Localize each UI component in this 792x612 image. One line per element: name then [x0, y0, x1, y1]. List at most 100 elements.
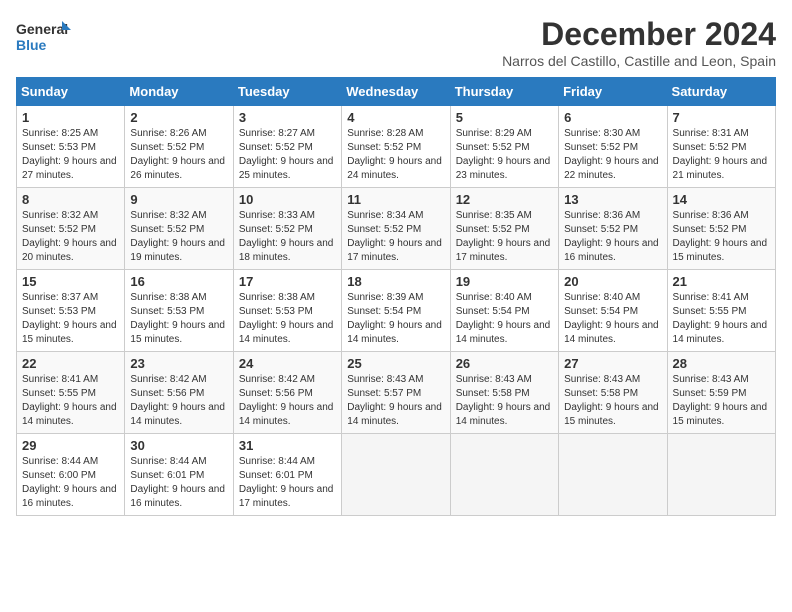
day-info: Sunrise: 8:34 AMSunset: 5:52 PMDaylight:… [347, 209, 444, 265]
page-header: GeneralBlue December 2024 Narros del Cas… [16, 16, 776, 69]
calendar-cell: 30 Sunrise: 8:44 AMSunset: 6:01 PMDayligh… [125, 434, 233, 516]
day-number: 31 [239, 438, 336, 453]
calendar-cell: 7Sunrise: 8:31 AMSunset: 5:52 PMDaylight… [667, 106, 775, 188]
day-info: Sunrise: 8:43 AMSunset: 5:58 PMDaylight:… [456, 373, 553, 429]
location: Narros del Castillo, Castille and Leon, … [502, 53, 776, 69]
day-number: 6 [564, 110, 661, 125]
calendar-cell: 21Sunrise: 8:41 AMSunset: 5:55 PMDayligh… [667, 270, 775, 352]
week-row-4: 22 Sunrise: 8:41 AMSunset: 5:55 PMDayligh… [17, 352, 776, 434]
calendar-cell [559, 434, 667, 516]
day-info: Sunrise: 8:41 AMSunset: 5:55 PMDaylight:… [22, 373, 119, 429]
day-number: 29 [22, 438, 119, 453]
calendar-cell: 20Sunrise: 8:40 AMSunset: 5:54 PMDayligh… [559, 270, 667, 352]
day-number: 8 [22, 192, 119, 207]
day-info: Sunrise: 8:25 AMSunset: 5:53 PMDaylight:… [22, 127, 119, 183]
svg-text:Blue: Blue [16, 37, 47, 53]
day-number: 17 [239, 274, 336, 289]
calendar-cell: 19 Sunrise: 8:40 AMSunset: 5:54 PMDayligh… [450, 270, 558, 352]
day-info: Sunrise: 8:44 AMSunset: 6:01 PMDaylight:… [130, 455, 227, 511]
day-number: 16 [130, 274, 227, 289]
day-number: 23 [130, 356, 227, 371]
day-info: Sunrise: 8:30 AMSunset: 5:52 PMDaylight:… [564, 127, 661, 183]
day-info: Sunrise: 8:40 AMSunset: 5:54 PMDaylight:… [456, 291, 553, 347]
day-number: 28 [673, 356, 770, 371]
calendar-cell: 4 Sunrise: 8:28 AMSunset: 5:52 PMDaylight… [342, 106, 450, 188]
day-info: Sunrise: 8:42 AMSunset: 5:56 PMDaylight:… [130, 373, 227, 429]
header-sunday: Sunday [17, 78, 125, 106]
calendar-cell [450, 434, 558, 516]
day-number: 26 [456, 356, 553, 371]
calendar-cell: 22 Sunrise: 8:41 AMSunset: 5:55 PMDayligh… [17, 352, 125, 434]
calendar-cell [342, 434, 450, 516]
svg-text:General: General [16, 21, 68, 37]
header-wednesday: Wednesday [342, 78, 450, 106]
day-info: Sunrise: 8:35 AMSunset: 5:52 PMDaylight:… [456, 209, 553, 265]
header-row: SundayMondayTuesdayWednesdayThursdayFrid… [17, 78, 776, 106]
calendar-cell: 15Sunrise: 8:37 AMSunset: 5:53 PMDayligh… [17, 270, 125, 352]
calendar-cell: 24 Sunrise: 8:42 AMSunset: 5:56 PMDayligh… [233, 352, 341, 434]
day-info: Sunrise: 8:39 AMSunset: 5:54 PMDaylight:… [347, 291, 444, 347]
calendar-cell: 8 Sunrise: 8:32 AMSunset: 5:52 PMDaylight… [17, 188, 125, 270]
calendar-cell: 29 Sunrise: 8:44 AMSunset: 6:00 PMDayligh… [17, 434, 125, 516]
day-info: Sunrise: 8:40 AMSunset: 5:54 PMDaylight:… [564, 291, 661, 347]
logo-svg: GeneralBlue [16, 16, 76, 56]
calendar-cell: 3 Sunrise: 8:27 AMSunset: 5:52 PMDaylight… [233, 106, 341, 188]
calendar-cell: 25 Sunrise: 8:43 AMSunset: 5:57 PMDayligh… [342, 352, 450, 434]
day-info: Sunrise: 8:32 AMSunset: 5:52 PMDaylight:… [22, 209, 119, 265]
title-area: December 2024 Narros del Castillo, Casti… [502, 16, 776, 69]
day-number: 25 [347, 356, 444, 371]
calendar-cell: 31 Sunrise: 8:44 AMSunset: 6:01 PMDayligh… [233, 434, 341, 516]
day-info: Sunrise: 8:43 AMSunset: 5:57 PMDaylight:… [347, 373, 444, 429]
week-row-1: 1 Sunrise: 8:25 AMSunset: 5:53 PMDaylight… [17, 106, 776, 188]
calendar-cell: 11 Sunrise: 8:34 AMSunset: 5:52 PMDayligh… [342, 188, 450, 270]
day-number: 1 [22, 110, 119, 125]
day-info: Sunrise: 8:43 AMSunset: 5:58 PMDaylight:… [564, 373, 661, 429]
day-number: 3 [239, 110, 336, 125]
day-info: Sunrise: 8:27 AMSunset: 5:52 PMDaylight:… [239, 127, 336, 183]
day-info: Sunrise: 8:44 AMSunset: 6:01 PMDaylight:… [239, 455, 336, 511]
calendar-cell: 26 Sunrise: 8:43 AMSunset: 5:58 PMDayligh… [450, 352, 558, 434]
day-number: 24 [239, 356, 336, 371]
day-info: Sunrise: 8:36 AMSunset: 5:52 PMDaylight:… [564, 209, 661, 265]
week-row-3: 15Sunrise: 8:37 AMSunset: 5:53 PMDayligh… [17, 270, 776, 352]
header-saturday: Saturday [667, 78, 775, 106]
day-number: 5 [456, 110, 553, 125]
day-info: Sunrise: 8:28 AMSunset: 5:52 PMDaylight:… [347, 127, 444, 183]
calendar-cell: 9 Sunrise: 8:32 AMSunset: 5:52 PMDaylight… [125, 188, 233, 270]
week-row-2: 8 Sunrise: 8:32 AMSunset: 5:52 PMDaylight… [17, 188, 776, 270]
day-number: 19 [456, 274, 553, 289]
day-number: 18 [347, 274, 444, 289]
day-number: 22 [22, 356, 119, 371]
calendar-cell: 28Sunrise: 8:43 AMSunset: 5:59 PMDayligh… [667, 352, 775, 434]
day-info: Sunrise: 8:33 AMSunset: 5:52 PMDaylight:… [239, 209, 336, 265]
day-info: Sunrise: 8:38 AMSunset: 5:53 PMDaylight:… [130, 291, 227, 347]
day-info: Sunrise: 8:26 AMSunset: 5:52 PMDaylight:… [130, 127, 227, 183]
day-info: Sunrise: 8:38 AMSunset: 5:53 PMDaylight:… [239, 291, 336, 347]
calendar-cell: 5Sunrise: 8:29 AMSunset: 5:52 PMDaylight… [450, 106, 558, 188]
day-number: 9 [130, 192, 227, 207]
day-number: 12 [456, 192, 553, 207]
day-info: Sunrise: 8:42 AMSunset: 5:56 PMDaylight:… [239, 373, 336, 429]
day-number: 30 [130, 438, 227, 453]
calendar-cell: 17 Sunrise: 8:38 AMSunset: 5:53 PMDayligh… [233, 270, 341, 352]
calendar-cell: 13Sunrise: 8:36 AMSunset: 5:52 PMDayligh… [559, 188, 667, 270]
day-info: Sunrise: 8:41 AMSunset: 5:55 PMDaylight:… [673, 291, 770, 347]
day-number: 14 [673, 192, 770, 207]
calendar-cell: 18 Sunrise: 8:39 AMSunset: 5:54 PMDayligh… [342, 270, 450, 352]
day-number: 4 [347, 110, 444, 125]
day-info: Sunrise: 8:44 AMSunset: 6:00 PMDaylight:… [22, 455, 119, 511]
calendar-cell: 16 Sunrise: 8:38 AMSunset: 5:53 PMDayligh… [125, 270, 233, 352]
calendar-cell [667, 434, 775, 516]
day-number: 27 [564, 356, 661, 371]
calendar-cell: 23 Sunrise: 8:42 AMSunset: 5:56 PMDayligh… [125, 352, 233, 434]
day-number: 11 [347, 192, 444, 207]
logo: GeneralBlue [16, 16, 76, 56]
calendar-cell: 2Sunrise: 8:26 AMSunset: 5:52 PMDaylight… [125, 106, 233, 188]
day-info: Sunrise: 8:36 AMSunset: 5:52 PMDaylight:… [673, 209, 770, 265]
day-info: Sunrise: 8:32 AMSunset: 5:52 PMDaylight:… [130, 209, 227, 265]
calendar-table: SundayMondayTuesdayWednesdayThursdayFrid… [16, 77, 776, 516]
header-monday: Monday [125, 78, 233, 106]
calendar-cell: 12 Sunrise: 8:35 AMSunset: 5:52 PMDayligh… [450, 188, 558, 270]
month-title: December 2024 [502, 16, 776, 53]
calendar-cell: 1 Sunrise: 8:25 AMSunset: 5:53 PMDaylight… [17, 106, 125, 188]
